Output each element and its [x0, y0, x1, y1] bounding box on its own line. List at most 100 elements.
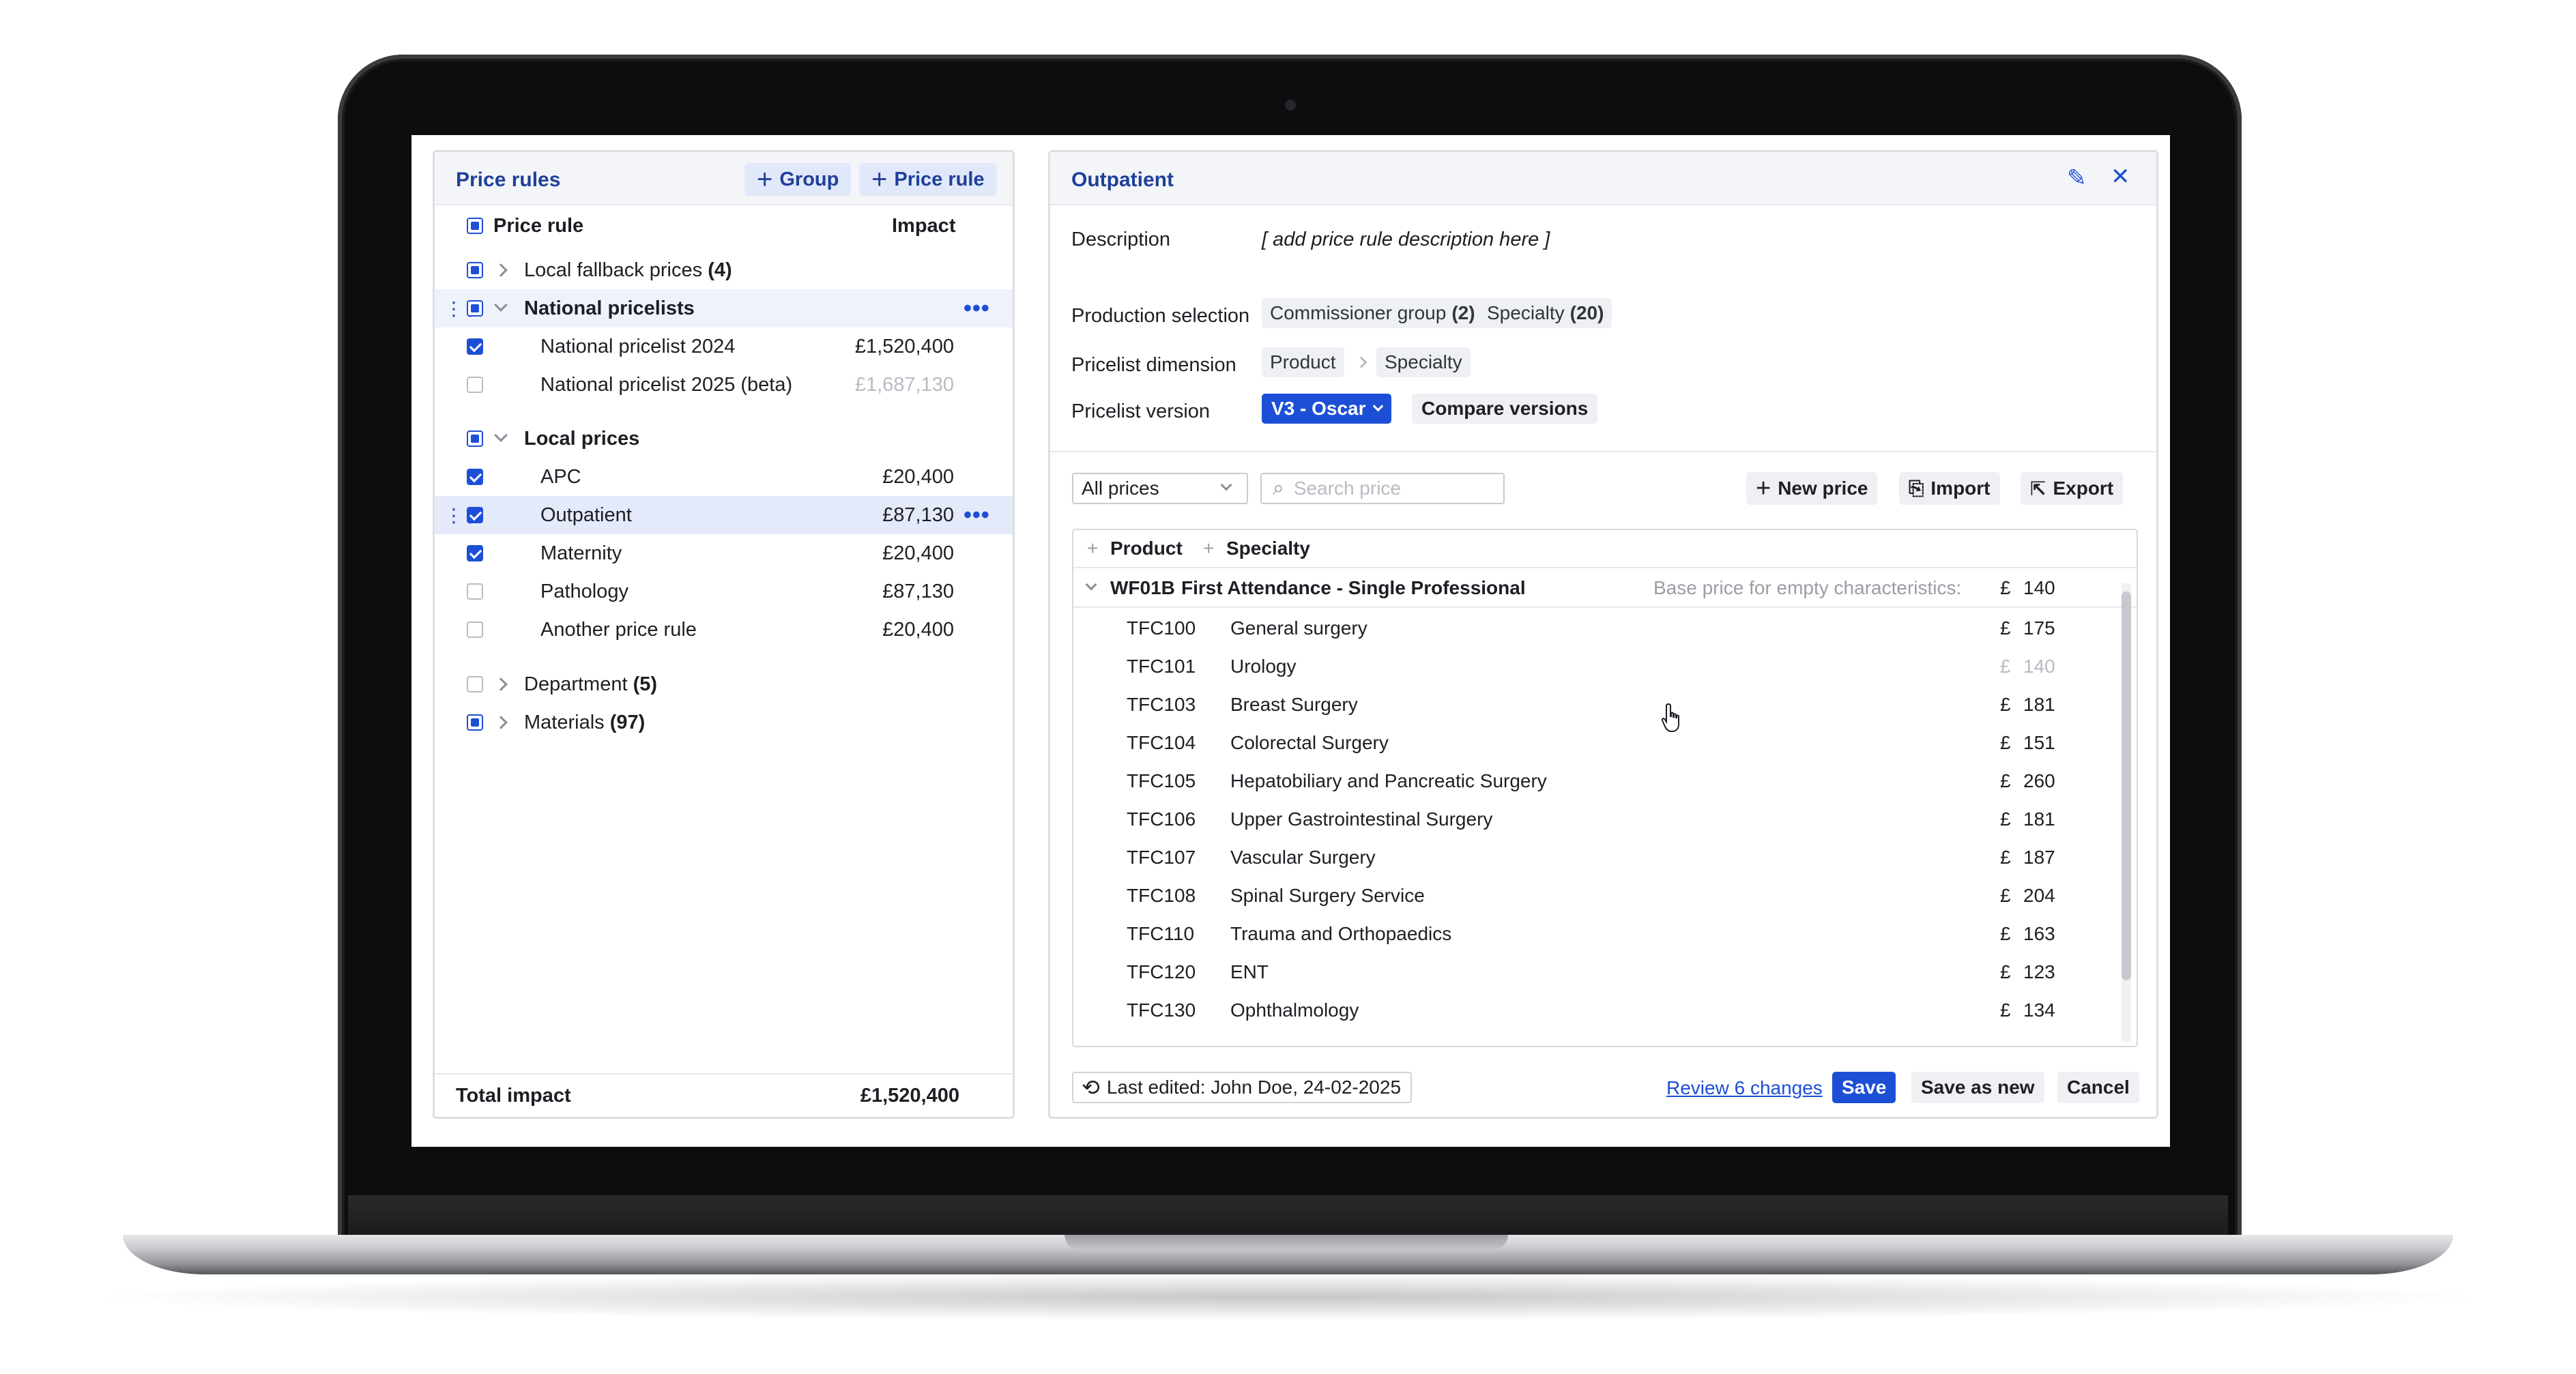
- pricelist-version-label: Pricelist version: [1071, 400, 1211, 422]
- row-price[interactable]: 204: [2023, 885, 2064, 907]
- edit-icon[interactable]: ✎: [2067, 164, 2087, 192]
- group-national-pricelists[interactable]: ⋮⋮ National pricelists •••: [435, 289, 1013, 327]
- dimension-product-tag[interactable]: Product: [1262, 347, 1344, 377]
- group-label: National pricelists: [524, 297, 695, 319]
- group-local-prices[interactable]: Local prices: [435, 420, 1013, 458]
- row-checkbox[interactable]: [467, 262, 483, 278]
- item-amount: £1,520,400: [854, 335, 954, 357]
- base-price[interactable]: 140: [2023, 577, 2064, 599]
- table-row[interactable]: TFC100 General surgery £175: [1073, 609, 2137, 647]
- row-price[interactable]: 123: [2023, 961, 2064, 983]
- col-specialty[interactable]: Specialty: [1226, 538, 1310, 559]
- close-icon[interactable]: ✕: [2111, 163, 2130, 190]
- base-price-label: Base price for empty characteristics:: [1653, 577, 1962, 598]
- more-options-icon[interactable]: •••: [964, 295, 990, 322]
- row-price[interactable]: 134: [2023, 999, 2064, 1021]
- row-checkbox[interactable]: [467, 300, 483, 317]
- save-button[interactable]: Save: [1832, 1072, 1896, 1103]
- row-checkbox[interactable]: [467, 338, 483, 355]
- table-row[interactable]: TFC101 Urology £140: [1073, 647, 2137, 686]
- dimension-specialty-tag[interactable]: Specialty: [1376, 347, 1471, 377]
- row-checkbox[interactable]: [467, 545, 483, 561]
- row-specialty: Trauma and Orthopaedics: [1230, 923, 1452, 944]
- cancel-button[interactable]: Cancel: [2057, 1072, 2139, 1103]
- add-price-rule-button[interactable]: + Price rule: [859, 163, 997, 196]
- group-local-fallback[interactable]: Local fallback prices (4): [435, 251, 1013, 289]
- col-product[interactable]: Product: [1110, 538, 1183, 559]
- row-checkbox[interactable]: [467, 469, 483, 485]
- group-materials[interactable]: Materials (97): [435, 703, 1013, 742]
- row-price[interactable]: 181: [2023, 694, 2064, 716]
- row-checkbox[interactable]: [467, 377, 483, 393]
- table-row[interactable]: TFC120 ENT £123: [1073, 953, 2137, 991]
- table-row[interactable]: TFC130 Ophthalmology £134: [1073, 991, 2137, 1029]
- table-row[interactable]: TFC108 Spinal Surgery Service £204: [1073, 877, 2137, 915]
- table-row[interactable]: TFC110 Trauma and Orthopaedics £163: [1073, 915, 2137, 953]
- row-price[interactable]: 163: [2023, 923, 2064, 945]
- select-all-checkbox[interactable]: [467, 218, 483, 234]
- item-label: Another price rule: [540, 618, 697, 641]
- row-checkbox[interactable]: [467, 430, 483, 447]
- new-price-button[interactable]: + New price: [1746, 472, 1878, 505]
- price-filter-select[interactable]: All prices: [1072, 473, 1248, 504]
- review-changes-link[interactable]: Review 6 changes: [1666, 1077, 1823, 1099]
- currency-symbol: £: [2000, 732, 2011, 753]
- list-item[interactable]: Another price rule £20,400: [435, 611, 1013, 649]
- row-price[interactable]: 181: [2023, 808, 2064, 830]
- import-button[interactable]: ⎘ Import: [1899, 472, 2000, 505]
- table-row[interactable]: TFC103 Breast Surgery £181: [1073, 686, 2137, 724]
- description-value[interactable]: [ add price rule description here ]: [1262, 229, 1550, 251]
- row-specialty: Ophthalmology: [1230, 999, 1359, 1021]
- group-name: First Attendance - Single Professional: [1181, 577, 1526, 598]
- more-options-icon[interactable]: •••: [964, 502, 990, 529]
- plus-icon[interactable]: +: [1203, 538, 1214, 559]
- table-row[interactable]: TFC107 Vascular Surgery £187: [1073, 838, 2137, 877]
- list-item[interactable]: National pricelist 2024 £1,520,400: [435, 327, 1013, 366]
- row-code: TFC130: [1127, 999, 1196, 1021]
- row-checkbox[interactable]: [467, 622, 483, 638]
- row-checkbox[interactable]: [467, 676, 483, 692]
- chevron-right-icon[interactable]: [494, 677, 508, 691]
- save-as-new-button[interactable]: Save as new: [1911, 1072, 2044, 1103]
- list-item[interactable]: APC £20,400: [435, 458, 1013, 496]
- export-button[interactable]: ⇱ Export: [2021, 472, 2124, 505]
- list-item-selected[interactable]: ⋮⋮ Outpatient £87,130 •••: [435, 496, 1013, 534]
- table-row[interactable]: TFC106 Upper Gastrointestinal Surgery £181: [1073, 800, 2137, 838]
- specialty-tag[interactable]: Specialty (20): [1479, 298, 1612, 328]
- commissioner-group-tag[interactable]: Commissioner group (2): [1262, 298, 1484, 328]
- table-row[interactable]: TFC104 Colorectal Surgery £151: [1073, 724, 2137, 762]
- group-department[interactable]: Department (5): [435, 665, 1013, 703]
- row-checkbox[interactable]: [467, 714, 483, 731]
- laptop-mockup: Price rules + Group + Price rule Price r…: [0, 0, 2576, 1374]
- chevron-down-icon: [1372, 400, 1383, 411]
- item-label: Maternity: [540, 542, 622, 564]
- list-item[interactable]: Maternity £20,400: [435, 534, 1013, 572]
- row-price[interactable]: 175: [2023, 617, 2064, 639]
- chevron-right-icon[interactable]: [494, 263, 508, 277]
- chevron-down-icon[interactable]: [494, 428, 508, 442]
- add-group-button[interactable]: + Group: [744, 163, 852, 196]
- row-price[interactable]: 260: [2023, 770, 2064, 792]
- version-dropdown[interactable]: V3 - Oscar: [1262, 394, 1391, 424]
- item-amount: £20,400: [882, 618, 954, 641]
- row-price[interactable]: 187: [2023, 847, 2064, 868]
- row-checkbox[interactable]: [467, 507, 483, 523]
- table-group-row[interactable]: WF01B First Attendance - Single Professi…: [1073, 570, 2137, 608]
- row-checkbox[interactable]: [467, 583, 483, 600]
- chevron-right-icon[interactable]: [494, 716, 508, 729]
- row-price[interactable]: 151: [2023, 732, 2064, 754]
- chevron-down-icon[interactable]: [494, 298, 508, 312]
- plus-icon: +: [757, 164, 773, 194]
- table-row[interactable]: TFC105 Hepatobiliary and Pancreatic Surge…: [1073, 762, 2137, 800]
- list-item[interactable]: Pathology £87,130: [435, 572, 1013, 611]
- last-edited-badge[interactable]: ⟲ Last edited: John Doe, 24-02-2025: [1072, 1072, 1413, 1103]
- compare-versions-button[interactable]: Compare versions: [1412, 394, 1598, 424]
- scrollbar-thumb[interactable]: [2122, 591, 2131, 980]
- group-label: Materials: [524, 711, 605, 733]
- row-price[interactable]: 140: [2023, 656, 2064, 677]
- plus-icon: +: [871, 164, 888, 194]
- search-price-input[interactable]: ⌕ Search price: [1260, 473, 1505, 504]
- chevron-down-icon[interactable]: [1085, 579, 1097, 591]
- plus-icon[interactable]: +: [1087, 538, 1098, 559]
- list-item[interactable]: National pricelist 2025 (beta) £1,687,13…: [435, 366, 1013, 404]
